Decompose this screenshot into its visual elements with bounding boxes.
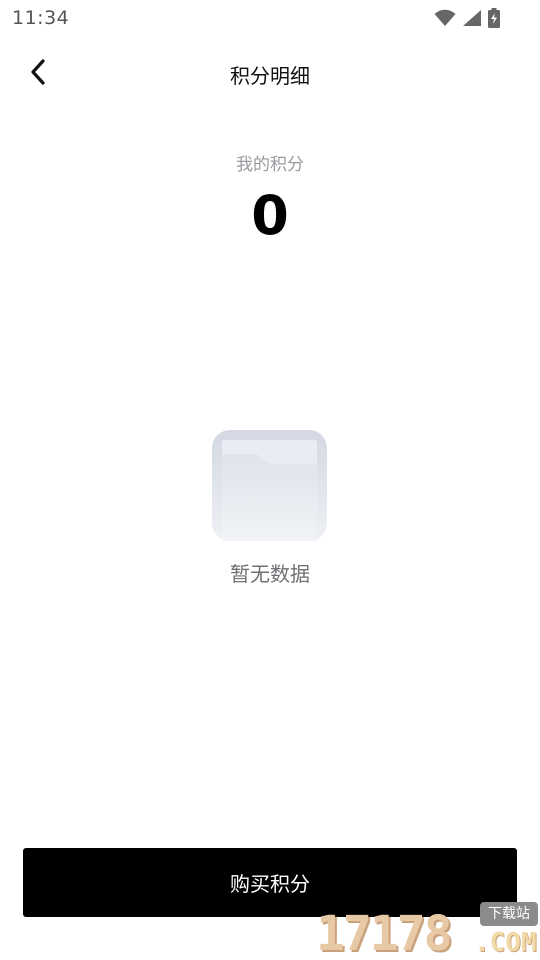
screen: 11:34 积分明细 我的积分 0 暂无数据 购买积分 17178 .COM 下… — [0, 0, 540, 960]
header: 积分明细 — [0, 48, 540, 96]
watermark-suffix: .COM — [474, 928, 537, 958]
battery-charging-icon — [488, 8, 500, 28]
watermark-logo: 17178 .COM 下载站 — [314, 900, 540, 960]
status-time: 11:34 — [12, 7, 70, 29]
status-icons — [434, 8, 500, 28]
page-title: 积分明细 — [230, 64, 310, 88]
status-bar: 11:34 — [0, 0, 540, 36]
empty-state-text: 暂无数据 — [230, 562, 310, 586]
folder-icon — [212, 430, 327, 541]
wifi-icon — [434, 9, 456, 27]
watermark-tag: 下载站 — [480, 902, 538, 926]
points-value: 0 — [251, 184, 289, 247]
watermark-digits: 17178 — [316, 906, 452, 960]
signal-icon — [462, 9, 482, 27]
points-label: 我的积分 — [236, 155, 304, 175]
